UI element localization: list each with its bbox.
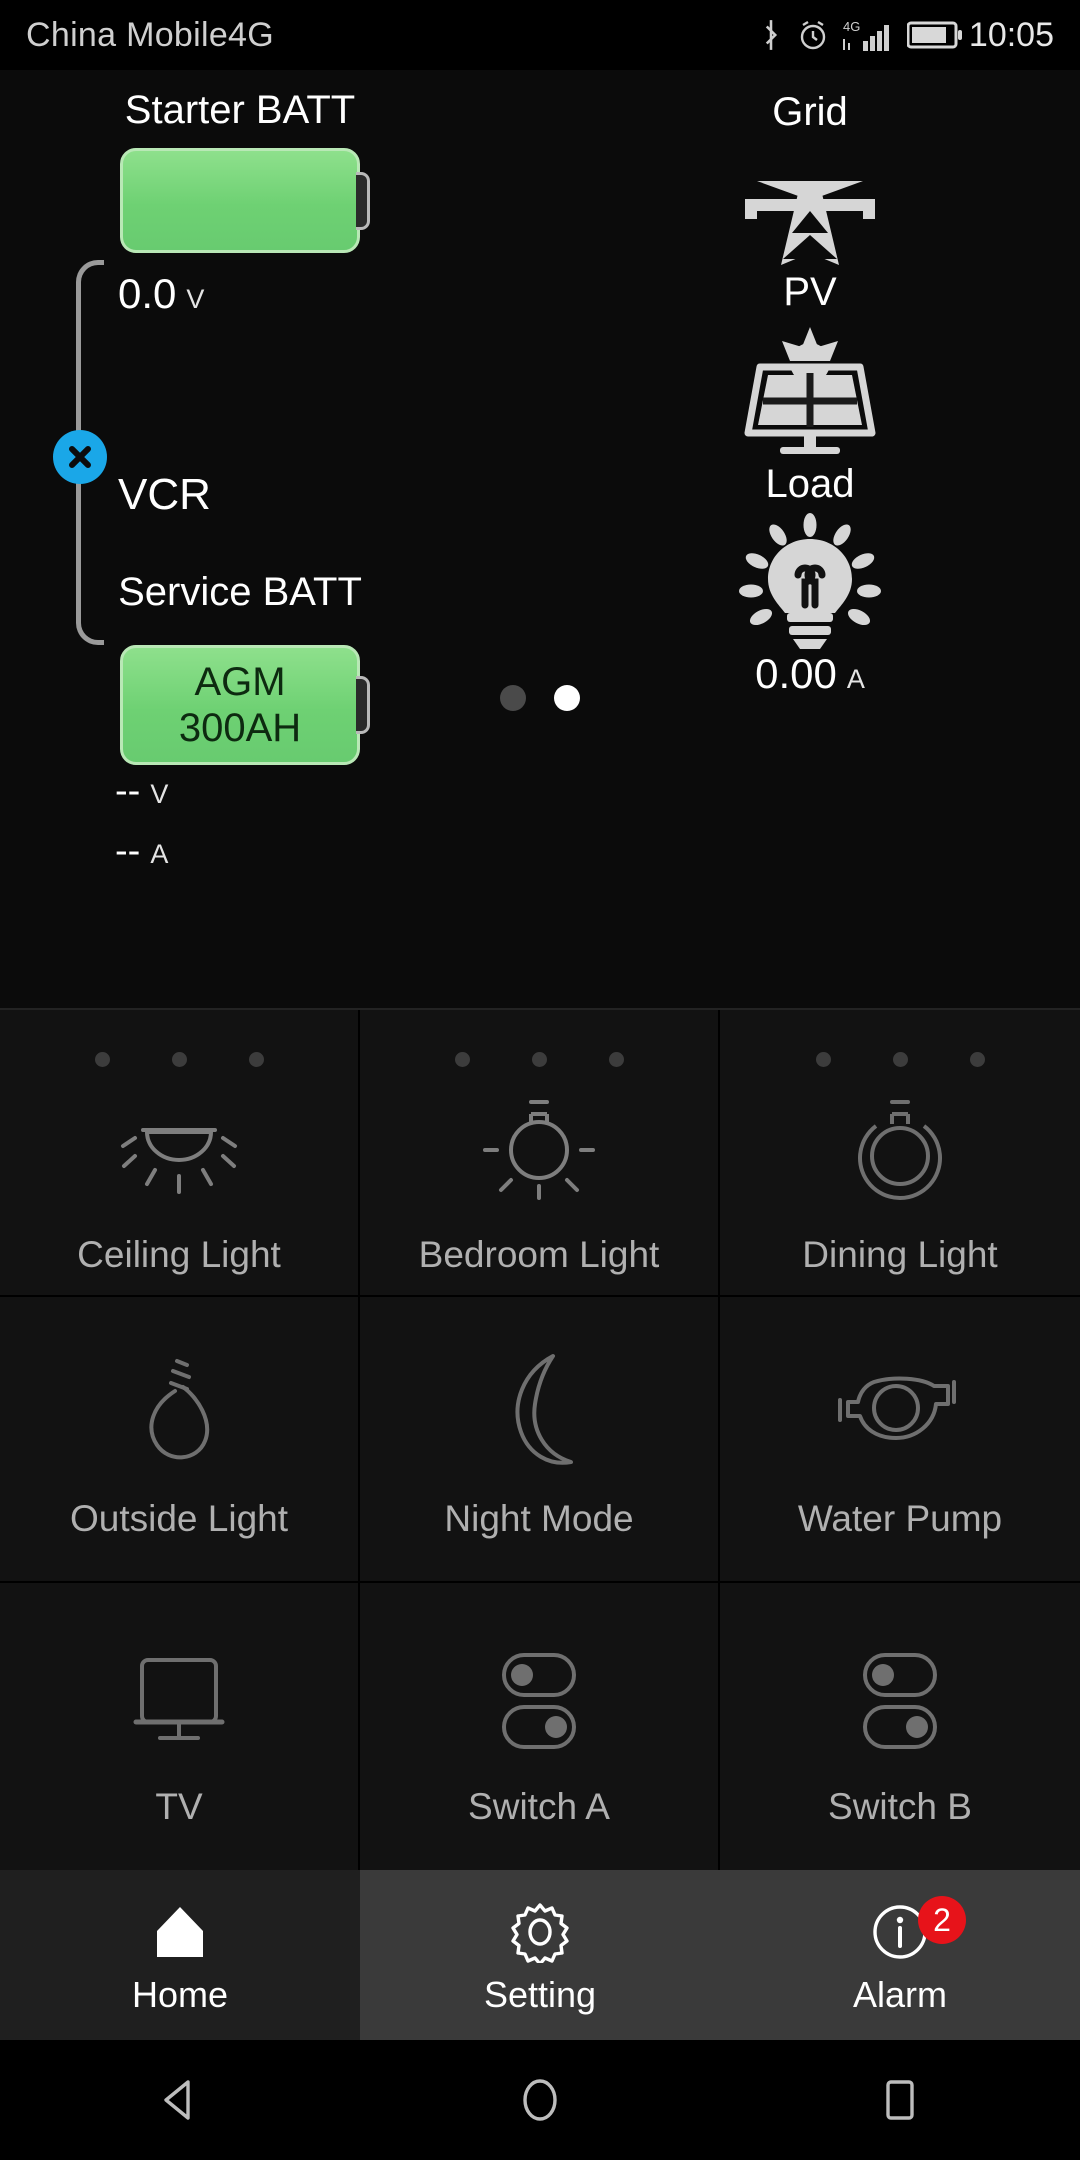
control-label: Dining Light bbox=[802, 1234, 998, 1276]
power-pylon-icon bbox=[745, 181, 875, 265]
control-label: Switch B bbox=[828, 1785, 972, 1827]
control-tv[interactable]: TV bbox=[0, 1583, 360, 1870]
pv-block[interactable]: PV bbox=[540, 270, 1080, 466]
bulb-rays-icon bbox=[483, 1099, 595, 1200]
nav-tab-setting[interactable]: Setting bbox=[360, 1870, 720, 2040]
alarm-clock-icon bbox=[800, 20, 826, 50]
control-night-mode[interactable]: Night Mode bbox=[360, 1296, 720, 1584]
carrier-label: China Mobile4G bbox=[26, 15, 274, 54]
service-battery-voltage: -- V bbox=[115, 770, 169, 812]
app-screen: China Mobile4G 4G 10:05 Starter BATT 0.0… bbox=[0, 0, 1080, 2160]
vcr-label: VCR bbox=[118, 470, 211, 519]
page-dot-1[interactable] bbox=[500, 685, 526, 711]
back-button[interactable] bbox=[120, 2040, 240, 2160]
control-label: Water Pump bbox=[797, 1497, 1003, 1539]
nav-tab-alarm[interactable]: 2 Alarm bbox=[720, 1870, 1080, 2040]
ceiling-dome-light-icon bbox=[121, 1128, 237, 1195]
control-switch-b[interactable]: Switch B bbox=[720, 1583, 1080, 1870]
source-column: Grid PV Load 0.00 A bbox=[540, 70, 1080, 950]
home-icon bbox=[157, 1907, 203, 1957]
control-outside-light[interactable]: Outside Light bbox=[0, 1296, 360, 1584]
battery-terminal-nub bbox=[356, 171, 370, 230]
outdoor-bulb-icon bbox=[149, 1358, 210, 1460]
square-recents-icon bbox=[886, 2080, 914, 2120]
starter-battery-indicator[interactable] bbox=[120, 148, 370, 253]
signal-4g-icon: 4G bbox=[842, 19, 889, 51]
vcr-status-icon[interactable] bbox=[53, 430, 107, 484]
control-label: Night Mode bbox=[444, 1497, 634, 1539]
control-bedroom-light[interactable]: Bedroom Light bbox=[360, 1010, 720, 1297]
control-switch-a[interactable]: Switch A bbox=[360, 1583, 720, 1870]
energy-dashboard: Starter BATT 0.0 V VCR Service BATT AGM 3… bbox=[0, 70, 1080, 1010]
nav-tab-home[interactable]: Home bbox=[0, 1870, 360, 2040]
page-dot-2[interactable] bbox=[554, 685, 580, 711]
device-control-grid: Ceiling Light Bedroom Light Dining Light… bbox=[0, 1010, 1080, 1870]
control-label: Ceiling Light bbox=[77, 1234, 281, 1276]
control-label: TV bbox=[155, 1785, 203, 1827]
pv-label: PV bbox=[783, 270, 837, 314]
dual-toggle-icon bbox=[863, 1652, 937, 1749]
recents-button[interactable] bbox=[840, 2040, 960, 2160]
solar-panel-icon bbox=[744, 327, 876, 454]
control-water-pump[interactable]: Water Pump bbox=[720, 1296, 1080, 1584]
bottom-navigation: Home Setting 2 Alarm bbox=[0, 1870, 1080, 2040]
cell-indicator-dots bbox=[0, 1052, 358, 1067]
starter-battery-label: Starter BATT bbox=[124, 88, 356, 132]
service-battery-capacity: 300AH bbox=[178, 706, 302, 750]
cell-indicator-dots bbox=[720, 1052, 1080, 1067]
bluetooth-icon bbox=[765, 20, 777, 50]
nav-label: Home bbox=[131, 1974, 229, 2015]
starter-battery-voltage: 0.0 V bbox=[118, 270, 205, 317]
service-battery-current: -- A bbox=[115, 830, 169, 872]
svg-text:4G: 4G bbox=[843, 19, 860, 34]
nav-label: Alarm bbox=[852, 1974, 947, 2015]
control-dining-light[interactable]: Dining Light bbox=[720, 1010, 1080, 1297]
android-navigation-bar bbox=[0, 2040, 1080, 2160]
circle-home-icon bbox=[523, 2079, 557, 2121]
grid-block[interactable]: Grid bbox=[540, 90, 1080, 276]
crescent-moon-icon bbox=[515, 1354, 573, 1466]
status-bar: China Mobile4G 4G 10:05 bbox=[0, 0, 1080, 70]
clock-label: 10:05 bbox=[968, 15, 1054, 54]
home-button[interactable] bbox=[480, 2040, 600, 2160]
page-indicator[interactable] bbox=[0, 685, 1080, 711]
alarm-badge: 2 bbox=[918, 1896, 966, 1944]
gear-icon bbox=[511, 1903, 569, 1963]
service-battery-label: Service BATT bbox=[118, 570, 362, 614]
control-label: Outside Light bbox=[69, 1497, 289, 1539]
control-label: Bedroom Light bbox=[418, 1234, 660, 1276]
battery-icon bbox=[906, 21, 962, 49]
pendant-bulb-icon bbox=[858, 1099, 942, 1200]
control-label: Switch A bbox=[468, 1785, 610, 1827]
load-label: Load bbox=[765, 462, 855, 506]
control-ceiling-light[interactable]: Ceiling Light bbox=[0, 1010, 360, 1297]
cross-circle-icon bbox=[69, 446, 91, 468]
cell-indicator-dots bbox=[360, 1052, 718, 1067]
television-icon bbox=[133, 1657, 225, 1740]
nav-label: Setting bbox=[483, 1974, 597, 2015]
load-block[interactable]: Load bbox=[540, 462, 1080, 658]
battery-column: Starter BATT 0.0 V VCR Service BATT AGM 3… bbox=[0, 70, 540, 950]
water-pump-icon bbox=[838, 1376, 956, 1440]
light-bulb-icon bbox=[739, 513, 881, 649]
grid-label: Grid bbox=[772, 90, 848, 134]
triangle-back-icon bbox=[164, 2080, 190, 2120]
status-icons: 4G bbox=[758, 17, 963, 53]
dual-toggle-icon bbox=[502, 1652, 576, 1749]
